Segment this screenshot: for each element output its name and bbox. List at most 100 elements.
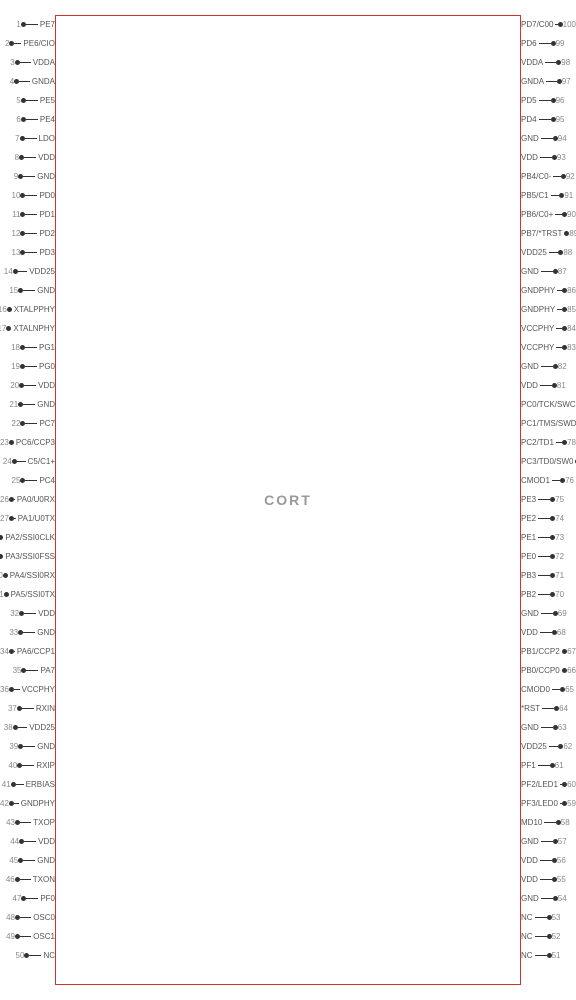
pin-number: 13 [4,248,20,257]
pin-number: 20 [3,381,19,390]
pin-number: 26 [0,495,9,504]
pin-number: 33 [2,628,18,637]
pin-number: 74 [555,514,571,523]
pin-row-right-75: 75 PE3 [521,490,576,509]
pin-row-left-8: 8 VDD [0,148,55,167]
pin-line [25,347,37,348]
pin-line [25,252,37,253]
pin-number: 8 [3,153,19,162]
pin-number: 53 [552,913,568,922]
pin-label: PB1/CCP2 [521,647,562,656]
chip-label: CORT [55,492,521,508]
pin-line [24,157,36,158]
pin-number: 84 [567,324,576,333]
pin-number: 37 [1,704,17,713]
pin-row-left-41: 41 ERBIAS [0,775,55,794]
pin-number: 32 [3,609,19,618]
pin-label: XTALPPHY [12,305,55,314]
pin-number: 36 [0,685,9,694]
pin-row-left-16: 16 XTALPPHY [0,300,55,319]
pin-row-right-60: 60 PF2/LED1 [521,775,576,794]
pin-number: 97 [562,77,576,86]
pin-row-right-80: 80 PC0/TCK/SWCLK [521,395,576,414]
pin-row-left-9: 9 GND [0,167,55,186]
pin-label: VDD [521,153,540,162]
pin-label: PB4/C0- [521,172,553,181]
pin-row-left-39: 39 GND [0,737,55,756]
pin-label: *RST [521,704,542,713]
pin-row-left-12: 12 PD2 [0,224,55,243]
pin-line [542,708,554,709]
pin-number: 50 [8,951,24,960]
pin-label: TXON [31,875,55,884]
pin-number: 83 [567,343,576,352]
pin-label: VDD [36,381,55,390]
pin-number: 16 [0,305,7,314]
pin-number: 45 [2,856,18,865]
pin-row-left-28: 28 PA2/SSI0CLK [0,528,55,547]
pin-number: 10 [4,191,20,200]
pin-number: 67 [567,647,576,656]
pin-row-right-78: 78 PC2/TD1 [521,433,576,452]
pin-label: PF0 [38,894,55,903]
pin-number: 44 [3,837,19,846]
pin-line [24,841,36,842]
pin-line [23,404,35,405]
pin-row-left-40: 40 RXIP [0,756,55,775]
pin-label: PC2/TD1 [521,438,556,447]
pin-row-left-17: 17 XTALNPHY [0,319,55,338]
pin-line [25,233,37,234]
pin-row-right-83: 83 VCCPHY [521,338,576,357]
pin-line [541,841,553,842]
pin-row-right-51: 51 NC [521,946,576,965]
pin-label: PD2 [37,229,55,238]
pin-row-right-57: 57 GND [521,832,576,851]
pin-row-left-36: 36 VCCPHY [0,680,55,699]
pin-label: PA2/SSI0CLK [3,533,55,542]
pin-row-left-24: 24 C5/C1+ [0,452,55,471]
pin-line [19,81,30,82]
pin-line [25,480,37,481]
pin-line [18,727,28,728]
pin-number: 72 [555,552,571,561]
pin-number: 11 [4,210,20,219]
pin-row-right-74: 74 PE2 [521,509,576,528]
pin-row-right-55: 55 VDD [521,870,576,889]
pin-label: GNDPHY [521,286,557,295]
pin-row-right-79: 79 PC1/TMS/SWD10 [521,414,576,433]
pin-row-right-70: 70 PB2 [521,585,576,604]
pin-row-right-68: 68 VDD [521,623,576,642]
pin-label: VDD25 [521,742,549,751]
pin-label: GND [35,286,55,295]
pin-row-left-34: 34 PA6/CCP1 [0,642,55,661]
pin-number: 18 [4,343,20,352]
pin-line [24,385,36,386]
pin-label: VDD25 [521,248,549,257]
pin-row-left-37: 37 RXIN [0,699,55,718]
pin-label: NC [521,932,535,941]
pin-label: PE7 [38,20,55,29]
pin-line [535,955,547,956]
pin-label: VDD [521,875,540,884]
pin-label: VDD [36,609,55,618]
pin-line [541,271,553,272]
pin-label: PE1 [521,533,538,542]
pin-label: PF2/LED1 [521,780,560,789]
pin-number: 65 [565,685,576,694]
pin-row-left-18: 18 PG1 [0,338,55,357]
pin-row-left-15: 15 GND [0,281,55,300]
pin-label: PD3 [37,248,55,257]
pin-line [535,917,547,918]
pin-label: VDD [521,381,540,390]
pin-line [538,575,550,576]
pin-row-right-95: 95 PD4 [521,110,576,129]
pin-row-left-25: 25 PC4 [0,471,55,490]
pin-row-left-3: 3 VDDA [0,53,55,72]
pin-number: 1 [5,20,21,29]
pin-label: GND [35,628,55,637]
pin-number: 34 [0,647,9,656]
pin-row-left-29: 29 PA3/SSI0FSS [0,547,55,566]
pin-row-left-49: 49 OSC1 [0,927,55,946]
pin-line [23,632,35,633]
pin-line [20,936,31,937]
